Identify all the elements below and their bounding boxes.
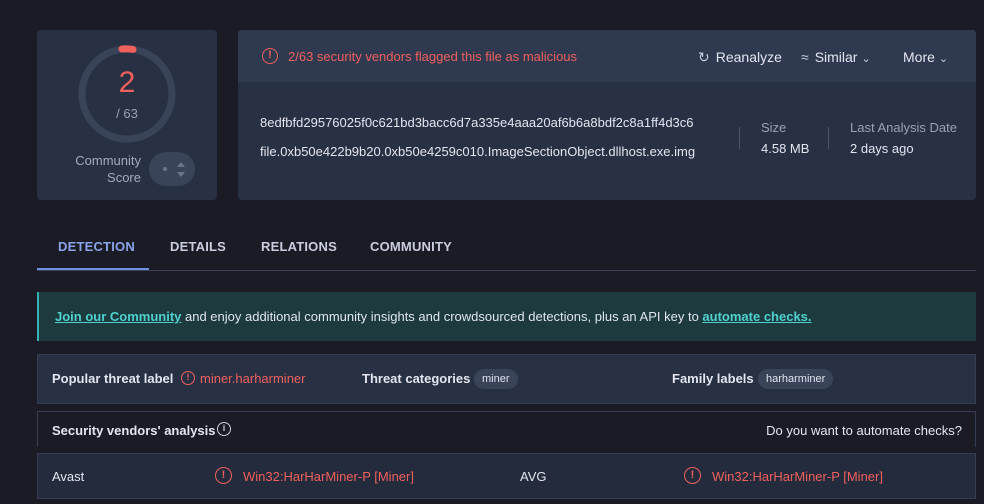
last-analysis-value: 2 days ago (850, 141, 914, 156)
tab-relations[interactable]: RELATIONS (261, 239, 337, 254)
more-label: More (903, 49, 935, 65)
file-hash[interactable]: 8edfbfd29576025f0c621bd3bacc6d7a335e4aaa… (260, 115, 694, 130)
vote-up-icon[interactable] (177, 162, 185, 167)
size-label: Size (761, 120, 787, 135)
alert-icon: ! (215, 467, 232, 484)
banner-middle-text: and enjoy additional community insights … (181, 309, 703, 324)
last-analysis-label: Last Analysis Date (850, 120, 957, 135)
automate-checks-link[interactable]: automate checks. (702, 309, 811, 324)
info-icon[interactable]: i (217, 422, 231, 436)
threat-labels-card: Popular threat label ! miner.harharminer… (37, 354, 976, 404)
vendors-analysis-title: Security vendors' analysis (52, 423, 216, 438)
active-tab-indicator (37, 268, 149, 270)
alert-icon: ! (181, 371, 195, 385)
similar-icon: ≈ (801, 49, 809, 65)
community-score-label: Community Score (75, 153, 141, 185)
vote-down-icon[interactable] (177, 172, 185, 177)
automate-checks-prompt[interactable]: Do you want to automate checks? (766, 423, 962, 438)
similar-dropdown[interactable]: ≈ Similar ⌄ (801, 49, 871, 65)
detection-score-card: 2 / 63 Community Score (37, 30, 217, 200)
detection-count: 2 (118, 66, 136, 99)
threat-categories-label: Threat categories (362, 371, 471, 386)
community-banner: Join our Community and enjoy additional … (37, 292, 976, 341)
detection-total: / 63 (116, 106, 138, 121)
dot-icon (163, 167, 167, 171)
vendor-result: Win32:HarHarMiner-P [Miner] (243, 469, 414, 484)
threat-category-tag[interactable]: miner (474, 369, 518, 389)
vendor-name: Avast (52, 469, 85, 484)
vendor-row: Avast ! Win32:HarHarMiner-P [Miner] AVG … (37, 453, 976, 499)
refresh-icon: ↻ (698, 49, 710, 65)
community-vote-control[interactable] (149, 152, 195, 186)
family-labels-label: Family labels (672, 371, 754, 386)
tab-details[interactable]: DETAILS (170, 239, 226, 254)
reanalyze-button[interactable]: ↻ Reanalyze (698, 49, 782, 66)
similar-label: Similar (814, 49, 858, 65)
file-name: file.0xb50e422b9b20.0xb50e4259c010.Image… (260, 144, 696, 159)
popular-threat-value[interactable]: miner.harharminer (200, 371, 306, 386)
popular-threat-label: Popular threat label (52, 371, 174, 386)
malicious-alert-bar: ! 2/63 security vendors flagged this fil… (238, 30, 976, 82)
join-community-link[interactable]: Join our Community (55, 309, 181, 324)
vendor-result: Win32:HarHarMiner-P [Miner] (712, 469, 883, 484)
tab-community[interactable]: COMMUNITY (370, 239, 452, 254)
chevron-down-icon: ⌄ (861, 53, 871, 65)
detection-gauge: 2 / 63 (77, 44, 177, 144)
divider (828, 127, 829, 149)
alert-icon: ! (684, 467, 701, 484)
more-dropdown[interactable]: More ⌄ (903, 49, 948, 65)
vendors-analysis-header: Security vendors' analysis i Do you want… (37, 411, 976, 447)
file-summary-card: ! 2/63 security vendors flagged this fil… (238, 30, 976, 200)
tab-detection[interactable]: DETECTION (58, 239, 135, 254)
divider (739, 127, 740, 149)
vendor-name: AVG (520, 469, 547, 484)
banner-text: Join our Community and enjoy additional … (55, 309, 812, 324)
reanalyze-label: Reanalyze (715, 49, 782, 65)
alert-text: 2/63 security vendors flagged this file … (288, 49, 578, 64)
chevron-down-icon: ⌄ (938, 53, 949, 65)
size-value: 4.58 MB (761, 141, 810, 156)
family-label-tag[interactable]: harharminer (758, 369, 834, 389)
alert-icon: ! (262, 48, 278, 64)
tab-bar: DETECTION DETAILS RELATIONS COMMUNITY (37, 228, 976, 271)
